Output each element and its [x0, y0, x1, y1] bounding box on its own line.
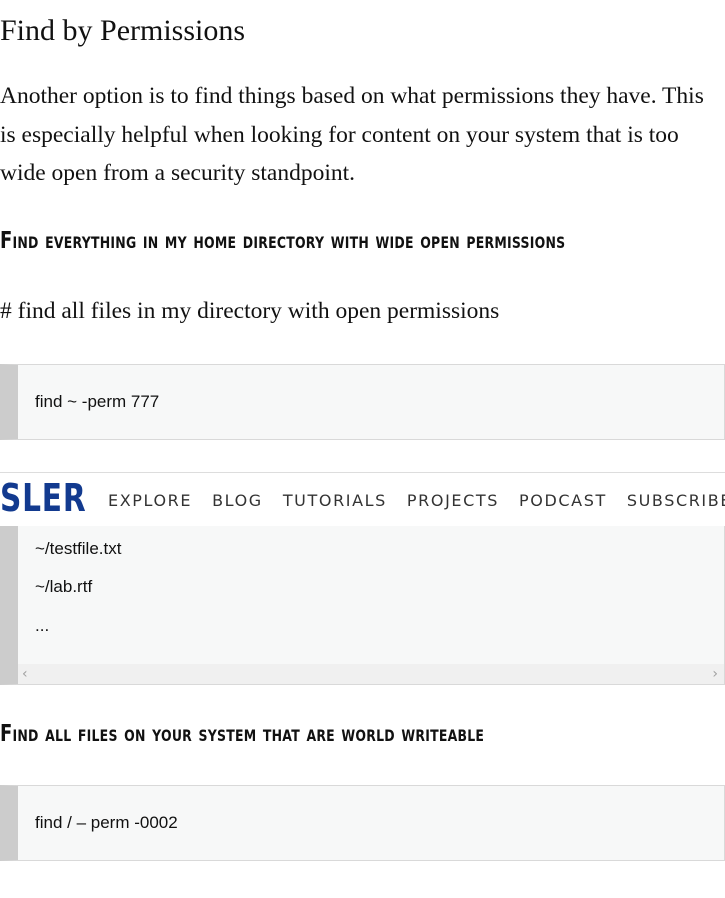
nav-item-projects[interactable]: PROJECTS — [407, 491, 499, 510]
nav-item-explore[interactable]: EXPLORE — [108, 491, 192, 510]
sticky-navbar: SLER EXPLORE BLOG TUTORIALS PROJECTS POD… — [0, 472, 725, 526]
chevron-left-icon[interactable]: ‹ — [22, 664, 28, 684]
output-line: ~/lab.rtf — [35, 577, 93, 596]
subheading-wide-open: Find everything in my home directory wit… — [0, 228, 566, 254]
output-line: ~/testfile.txt — [35, 539, 122, 558]
code-line: find / – perm -0002 — [35, 813, 178, 832]
chevron-right-icon[interactable]: › — [712, 664, 718, 684]
code-block-find-perm: find ~ -perm 777 — [0, 364, 725, 440]
intro-paragraph: Another option is to find things based o… — [0, 83, 704, 186]
code-comment: # find all files in my directory with op… — [0, 298, 500, 324]
site-logo[interactable]: SLER — [0, 475, 86, 521]
code-output-block: ~/testfile.txt ~/lab.rtf ... ‹ › — [0, 525, 725, 685]
nav-item-blog[interactable]: BLOG — [212, 491, 263, 510]
code-block-world-writeable: find / – perm -0002 — [0, 785, 725, 861]
nav-menu: EXPLORE BLOG TUTORIALS PROJECTS PODCAST … — [108, 491, 725, 510]
horizontal-scrollbar[interactable]: ‹ › — [18, 664, 724, 684]
nav-item-tutorials[interactable]: TUTORIALS — [283, 491, 387, 510]
output-line: ... — [35, 616, 50, 635]
code-line: find ~ -perm 777 — [35, 392, 160, 411]
nav-item-subscribe[interactable]: SUBSCRIBE — [627, 491, 725, 510]
subheading-world-writeable: Find all files on your system that are w… — [0, 721, 485, 747]
article-page: Find by Permissions Another option is to… — [0, 0, 725, 898]
section-title: Find by Permissions — [0, 14, 246, 47]
nav-item-podcast[interactable]: PODCAST — [519, 491, 607, 510]
